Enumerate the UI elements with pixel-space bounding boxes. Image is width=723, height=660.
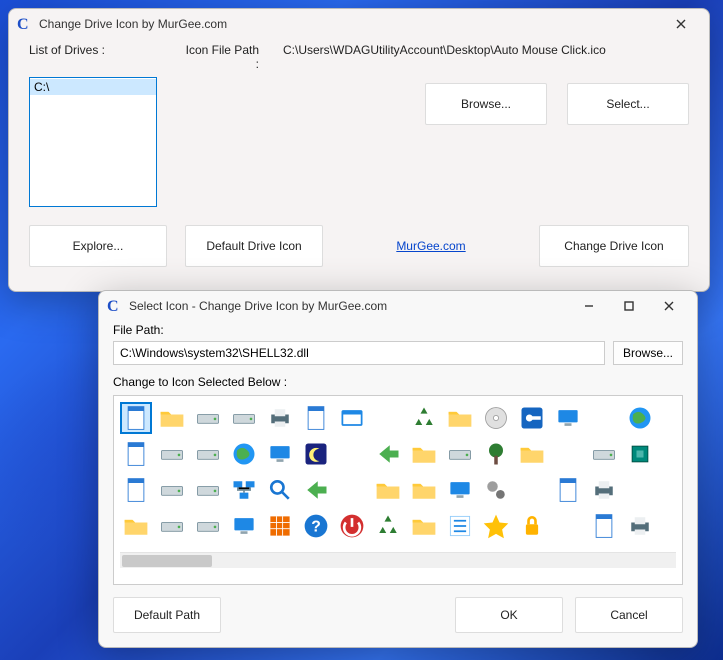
monitor-chart-icon[interactable] <box>264 438 296 470</box>
folder-y-icon[interactable] <box>516 438 548 470</box>
icon-blank <box>624 474 656 506</box>
chip-icon[interactable] <box>624 438 656 470</box>
change-icon-button[interactable]: Change Drive Icon <box>539 225 689 267</box>
main-title: Change Drive Icon by MurGee.com <box>39 17 227 31</box>
minimize-icon[interactable] <box>569 293 609 319</box>
printer-icon[interactable] <box>264 402 296 434</box>
doc-sel-icon[interactable] <box>120 438 152 470</box>
main-window: C Change Drive Icon by MurGee.com List o… <box>8 8 710 292</box>
icon-blank <box>516 474 548 506</box>
search-icon[interactable] <box>264 474 296 506</box>
drive-net-icon[interactable] <box>192 438 224 470</box>
window-icon[interactable] <box>336 402 368 434</box>
icon-blank <box>336 438 368 470</box>
icon-blank <box>660 474 692 506</box>
folder-icon[interactable] <box>120 510 152 542</box>
select-title: Select Icon - Change Drive Icon by MurGe… <box>129 299 387 313</box>
path-value: C:\Users\WDAGUtilityAccount\Desktop\Auto… <box>283 43 689 71</box>
drive-stack-icon[interactable] <box>192 474 224 506</box>
page-search-icon[interactable] <box>588 510 620 542</box>
drive-icon[interactable] <box>192 402 224 434</box>
browse-button[interactable]: Browse... <box>425 83 547 125</box>
gears-icon[interactable] <box>480 474 512 506</box>
folder-icon[interactable] <box>156 402 188 434</box>
svg-text:?: ? <box>311 518 321 535</box>
select-titlebar: C Select Icon - Change Drive Icon by Mur… <box>99 291 697 321</box>
moon-icon[interactable] <box>300 438 332 470</box>
select-button[interactable]: Select... <box>567 83 689 125</box>
drive-icon[interactable] <box>156 510 188 542</box>
magnifier-globe-icon[interactable] <box>624 402 656 434</box>
close-icon[interactable] <box>661 11 701 37</box>
icon-blank <box>552 438 584 470</box>
disc-icon[interactable] <box>480 402 512 434</box>
globe-icon[interactable] <box>228 438 260 470</box>
star-icon[interactable] <box>480 510 512 542</box>
murgee-link[interactable]: MurGee.com <box>341 239 521 253</box>
icon-blank <box>660 510 692 542</box>
browse-button[interactable]: Browse... <box>613 341 683 365</box>
icon-blank <box>588 402 620 434</box>
select-icon-window: C Select Icon - Change Drive Icon by Mur… <box>98 290 698 648</box>
file-path-input[interactable] <box>113 341 605 365</box>
app-icon: C <box>17 16 33 32</box>
main-titlebar: C Change Drive Icon by MurGee.com <box>9 9 709 39</box>
icon-grid[interactable]: ? <box>120 402 676 544</box>
network-icon[interactable] <box>228 474 260 506</box>
help-icon[interactable]: ? <box>300 510 332 542</box>
computer-icon[interactable] <box>444 474 476 506</box>
file-path-label: File Path: <box>113 323 683 337</box>
net-folder-icon[interactable] <box>372 474 404 506</box>
page-blank-icon[interactable] <box>552 474 584 506</box>
default-icon-button[interactable]: Default Drive Icon <box>185 225 323 267</box>
folder-a-icon[interactable] <box>408 474 440 506</box>
list-icon[interactable] <box>444 510 476 542</box>
folder-open-icon[interactable] <box>408 438 440 470</box>
cancel-button[interactable]: Cancel <box>575 597 683 633</box>
default-path-button[interactable]: Default Path <box>113 597 221 633</box>
clock-doc-icon[interactable] <box>300 402 332 434</box>
recycle-icon[interactable] <box>408 402 440 434</box>
ok-button[interactable]: OK <box>455 597 563 633</box>
printer3-icon[interactable] <box>624 510 656 542</box>
horizontal-scrollbar[interactable] <box>120 552 676 568</box>
arrow-green-icon[interactable] <box>300 474 332 506</box>
change-label: Change to Icon Selected Below : <box>113 375 683 389</box>
icon-grid-box: ? <box>113 395 683 585</box>
explore-button[interactable]: Explore... <box>29 225 167 267</box>
grid-icon[interactable] <box>264 510 296 542</box>
icon-blank <box>336 474 368 506</box>
drive-icon[interactable] <box>156 474 188 506</box>
lock-icon[interactable] <box>516 510 548 542</box>
maximize-icon[interactable] <box>609 293 649 319</box>
document-icon[interactable] <box>120 402 152 434</box>
folder-grid-icon[interactable] <box>444 402 476 434</box>
drives-label: List of Drives : <box>29 43 157 71</box>
drive2-icon[interactable] <box>444 438 476 470</box>
icon-blank <box>372 402 404 434</box>
path-label: Icon File Path : <box>181 43 259 71</box>
folder-icon[interactable] <box>408 510 440 542</box>
key-icon[interactable] <box>516 402 548 434</box>
icon-blank <box>660 438 692 470</box>
screens-icon[interactable] <box>552 402 584 434</box>
page-icon[interactable] <box>120 474 152 506</box>
icon-blank <box>660 402 692 434</box>
tree-icon[interactable] <box>480 438 512 470</box>
drive-icon[interactable] <box>192 510 224 542</box>
recycle-icon[interactable] <box>372 510 404 542</box>
app-icon: C <box>107 298 123 314</box>
icon-blank <box>552 510 584 542</box>
printer2-icon[interactable] <box>588 474 620 506</box>
drive-list-item[interactable]: C:\ <box>30 79 156 95</box>
drive-icon[interactable] <box>156 438 188 470</box>
help-drive-icon[interactable] <box>588 438 620 470</box>
power-icon[interactable] <box>336 510 368 542</box>
monitor-icon[interactable] <box>228 510 260 542</box>
close-icon[interactable] <box>649 293 689 319</box>
drive-dark-icon[interactable] <box>228 402 260 434</box>
drive-list[interactable]: C:\ <box>29 77 157 207</box>
share-arrow-icon[interactable] <box>372 438 404 470</box>
